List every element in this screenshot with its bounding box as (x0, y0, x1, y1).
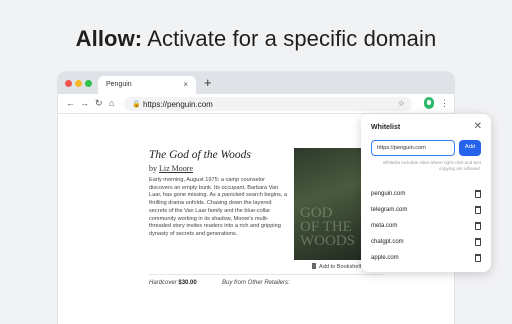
address-bar[interactable]: 🔒 https://penguin.com ☆ (124, 97, 412, 111)
bookmark-star-icon[interactable]: ☆ (398, 99, 405, 108)
trash-icon[interactable] (475, 222, 481, 230)
close-window-dot[interactable] (65, 80, 72, 87)
trash-icon[interactable] (475, 238, 481, 246)
headline: Allow: Activate for a specific domain (0, 26, 512, 52)
tab-close-icon[interactable]: × (183, 80, 188, 89)
book-title: The God of the Woods (149, 149, 251, 161)
browser-toolbar: ← → ↻ ⌂ 🔒 https://penguin.com ☆ ⋮ (58, 94, 454, 114)
close-icon[interactable]: ✕ (474, 121, 482, 132)
bookmark-icon (312, 263, 316, 269)
back-icon[interactable]: ← (66, 98, 75, 108)
whitelist-item: apple.com (371, 253, 483, 265)
domain-label: penguin.com (371, 191, 406, 197)
tab-title: Penguin (106, 81, 132, 88)
new-tab-icon[interactable]: + (204, 75, 212, 90)
whitelist-item: telegram.com (371, 205, 483, 217)
cover-artwork: GOD OF THE WOODS (300, 205, 355, 249)
headline-bold: Allow: (75, 26, 143, 51)
reload-icon[interactable]: ↻ (95, 98, 103, 109)
author-link[interactable]: Liz Moore (159, 164, 193, 173)
trash-icon[interactable] (475, 254, 481, 262)
domain-label: meta.com (371, 223, 398, 229)
divider (149, 274, 385, 275)
trash-icon[interactable] (475, 206, 481, 214)
add-to-bookshelf-label: Add to Bookshelf (319, 264, 362, 270)
hardcover-price: Hardcover $30.00 (149, 280, 197, 286)
url-text: https://penguin.com (143, 100, 213, 109)
tab-penguin[interactable]: Penguin × (98, 76, 196, 94)
other-retailers-label: Buy from Other Retailers: (222, 280, 290, 286)
lock-icon: 🔒 (132, 101, 141, 108)
extension-mouse-icon[interactable] (424, 97, 434, 109)
byline-prefix: by (149, 164, 159, 173)
trash-icon[interactable] (475, 190, 481, 198)
domain-label: apple.com (371, 255, 399, 261)
browser-menu-icon[interactable]: ⋮ (440, 98, 449, 109)
add-to-bookshelf-button[interactable]: Add to Bookshelf (312, 263, 361, 270)
hardcover-label: Hardcover (149, 280, 177, 286)
whitelist-item: penguin.com (371, 189, 483, 201)
domain-label: chatgpt.com (371, 239, 404, 245)
tab-bar: Penguin × + (58, 72, 454, 94)
whitelist-hint: Whitelist includes sites where right-cli… (382, 160, 481, 171)
maximize-window-dot[interactable] (85, 80, 92, 87)
popup-title: Whitelist (371, 124, 401, 131)
domain-input[interactable]: https://penguin.com (371, 140, 455, 156)
headline-rest: Activate for a specific domain (142, 26, 437, 51)
byline: by Liz Moore (149, 164, 193, 173)
domain-label: telegram.com (371, 207, 408, 213)
whitelist-popup: Whitelist ✕ https://penguin.com Add Whit… (361, 114, 491, 272)
minimize-window-dot[interactable] (75, 80, 82, 87)
whitelist-item: meta.com (371, 221, 483, 233)
add-button[interactable]: Add (459, 140, 481, 156)
home-icon[interactable]: ⌂ (109, 98, 114, 108)
forward-icon[interactable]: → (80, 98, 89, 108)
hardcover-amount: $30.00 (178, 280, 197, 286)
book-description: Early morning, August 1975: a camp couns… (149, 177, 288, 237)
whitelist-item: chatgpt.com (371, 237, 483, 249)
